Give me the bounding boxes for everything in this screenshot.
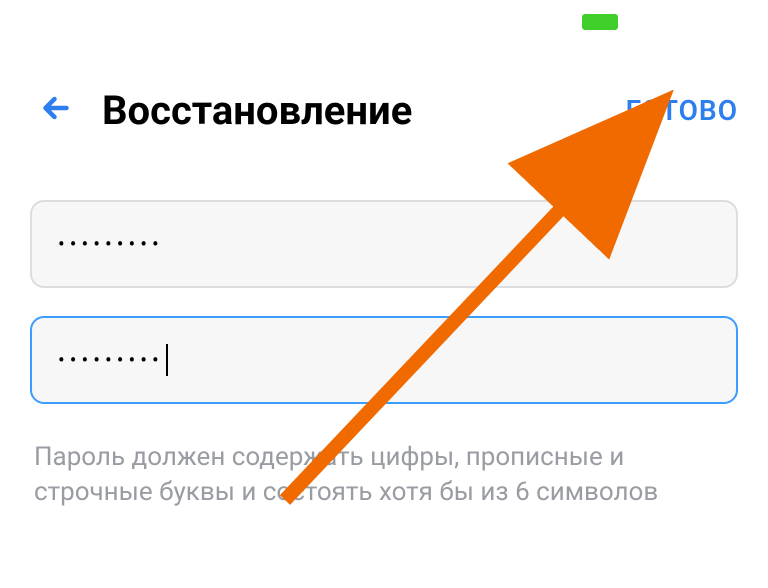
page-title: Восстановление bbox=[102, 87, 626, 134]
password-mask: ••••••••• bbox=[58, 232, 164, 256]
arrow-left-icon bbox=[38, 90, 74, 126]
password-form: ••••••••• ••••••••• Пароль должен содерж… bbox=[0, 140, 768, 510]
battery-indicator bbox=[582, 14, 618, 30]
header: Восстановление ГОТОВО bbox=[0, 0, 768, 140]
password-hint: Пароль должен содержать цифры, прописные… bbox=[30, 432, 738, 510]
password-field-wrapper: ••••••••• bbox=[30, 200, 738, 288]
password-input[interactable]: ••••••••• bbox=[30, 200, 738, 288]
text-cursor bbox=[166, 344, 168, 376]
confirm-password-input[interactable]: ••••••••• bbox=[30, 316, 738, 404]
done-button[interactable]: ГОТОВО bbox=[626, 94, 738, 127]
confirm-password-field-wrapper: ••••••••• bbox=[30, 316, 738, 404]
confirm-password-mask: ••••••••• bbox=[58, 348, 164, 372]
back-button[interactable] bbox=[30, 82, 82, 138]
